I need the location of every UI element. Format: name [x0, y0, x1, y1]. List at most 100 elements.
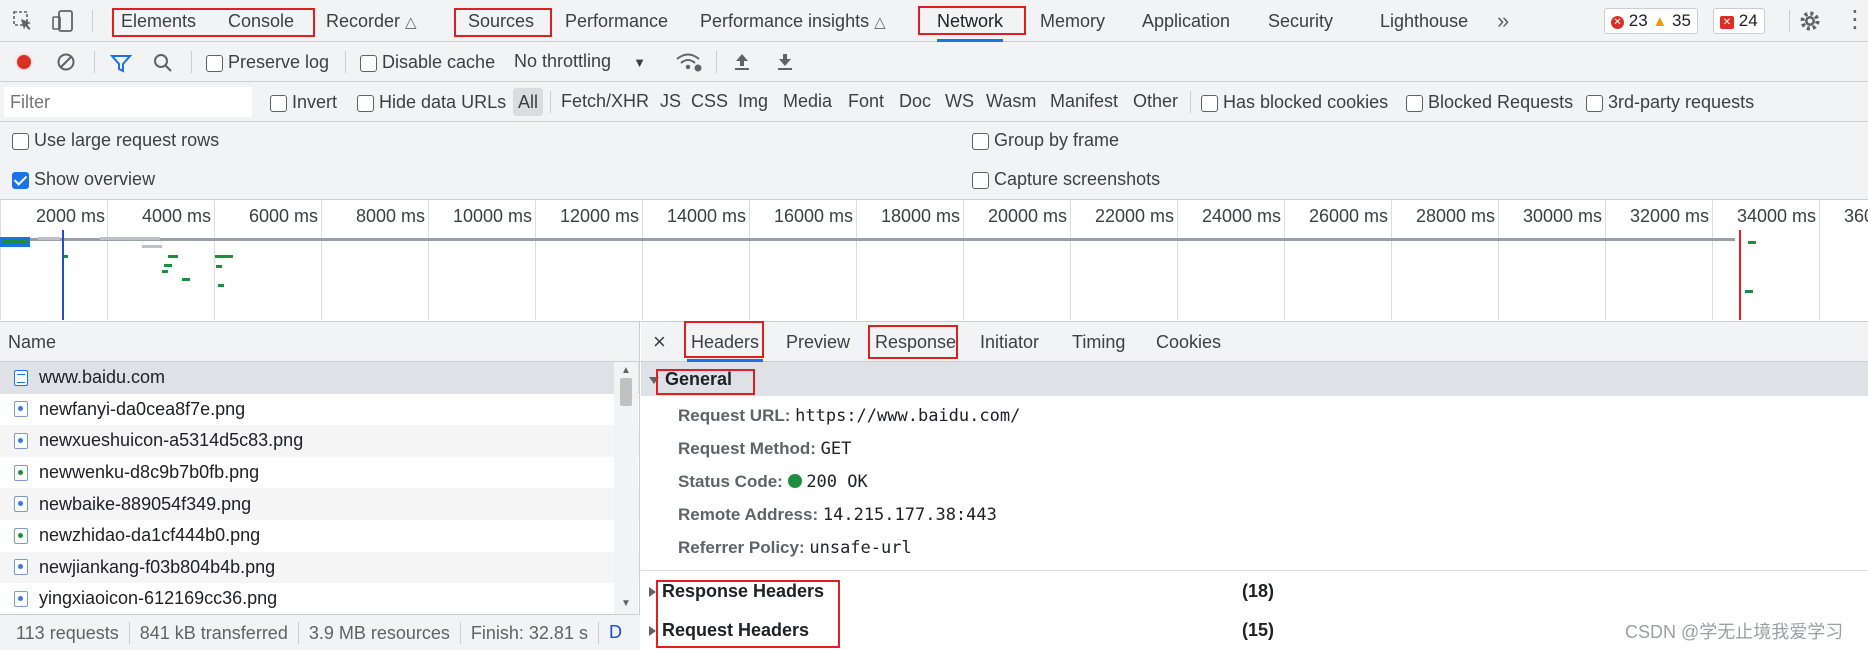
type-filter-media[interactable]: Media — [783, 91, 832, 112]
invert-check[interactable] — [270, 94, 287, 112]
tick-label: 18000 ms — [881, 206, 961, 226]
type-filter-img[interactable]: Img — [738, 91, 768, 112]
blocked-requests-checkbox[interactable]: Blocked Requests — [1406, 92, 1573, 113]
request-list-scrollbar[interactable]: ▲ ▼ — [614, 362, 638, 614]
request-name: newbaike-889054f349.png — [39, 493, 252, 514]
tick-label: 10000 ms — [453, 206, 533, 226]
type-filter-doc[interactable]: Doc — [899, 91, 931, 112]
request-name: newwenku-d8c9b7b0fb.png — [39, 462, 260, 483]
type-filter-font[interactable]: Font — [848, 91, 884, 112]
tab-performance-insights[interactable]: Performance insights △ — [700, 0, 886, 42]
response-headers-section-header[interactable]: Response Headers (18) — [641, 574, 1868, 608]
scroll-down-arrow-icon[interactable]: ▼ — [621, 598, 631, 609]
hide-data-urls-checkbox[interactable]: Hide data URLs — [357, 92, 506, 113]
tick-label: 4000 ms — [142, 206, 212, 226]
request-row[interactable]: newfanyi-da0cea8f7e.png — [0, 394, 639, 426]
tab-security[interactable]: Security — [1268, 0, 1333, 42]
type-filter-fetch-xhr[interactable]: Fetch/XHR — [561, 91, 649, 112]
network-conditions-wifi-icon[interactable] — [675, 51, 703, 73]
settings-gear-icon[interactable] — [1797, 8, 1823, 34]
tab-application[interactable]: Application — [1142, 0, 1230, 42]
invert-label: Invert — [292, 92, 338, 112]
filter-funnel-icon[interactable] — [110, 53, 132, 73]
invert-checkbox[interactable]: Invert — [270, 92, 337, 113]
has-blocked-cookies-checkbox[interactable]: Has blocked cookies — [1201, 92, 1388, 113]
record-icon[interactable] — [14, 52, 34, 72]
device-toolbar-icon[interactable] — [52, 9, 74, 33]
search-icon[interactable] — [152, 52, 174, 74]
error-count-badge[interactable]: ✕ 23 ▲ 35 — [1604, 8, 1698, 34]
scroll-up-arrow-icon[interactable]: ▲ — [621, 365, 631, 376]
request-detail-pane: × Headers Preview Response Initiator Tim… — [641, 322, 1868, 650]
has-blocked-cookies-check[interactable] — [1201, 94, 1218, 112]
network-overview-timeline[interactable]: 2000 ms 4000 ms 6000 ms 8000 ms 10000 ms… — [0, 200, 1868, 322]
type-filter-all[interactable]: All — [513, 88, 544, 116]
request-row[interactable]: yingxiaoicon-612169cc36.png — [0, 583, 639, 614]
request-row[interactable]: newzhidao-da1cf444b0.png — [0, 520, 639, 552]
dom-content-loaded-time: D — [608, 622, 622, 642]
scrollbar-thumb[interactable] — [620, 378, 632, 406]
type-filter-wasm[interactable]: Wasm — [986, 91, 1036, 112]
third-party-requests-checkbox[interactable]: 3rd-party requests — [1586, 92, 1754, 113]
capture-screenshots-label: Capture screenshots — [994, 169, 1161, 189]
status-code-value: 200 OK — [806, 472, 868, 492]
tab-lighthouse[interactable]: Lighthouse — [1380, 0, 1468, 42]
import-har-upload-icon[interactable] — [732, 51, 752, 73]
tab-headers[interactable]: Headers — [686, 322, 764, 362]
issues-count-badge[interactable]: ✕ 24 — [1713, 8, 1765, 34]
tab-sources[interactable]: Sources — [468, 0, 534, 42]
request-row[interactable]: www.baidu.com — [0, 362, 639, 394]
filter-input[interactable] — [4, 87, 252, 117]
show-overview-label: Show overview — [34, 169, 156, 189]
overview-request-bar — [2, 239, 28, 244]
tab-response[interactable]: Response — [875, 322, 956, 362]
throttling-select[interactable]: No throttling ▼ — [514, 51, 646, 72]
large-rows-checkbox[interactable]: Use large request rows — [12, 130, 219, 151]
tab-cookies[interactable]: Cookies — [1156, 322, 1221, 362]
name-column-header[interactable]: Name — [0, 322, 639, 362]
type-filter-js[interactable]: JS — [660, 91, 681, 112]
more-tabs-chevron-icon[interactable]: » — [1497, 0, 1509, 42]
tab-preview[interactable]: Preview — [786, 322, 850, 362]
large-rows-check[interactable] — [12, 132, 29, 150]
tab-initiator[interactable]: Initiator — [980, 322, 1039, 362]
request-row[interactable]: newxueshuicon-a5314d5c83.png — [0, 425, 639, 457]
disable-cache-check[interactable] — [360, 54, 377, 72]
show-overview-checkbox[interactable]: Show overview — [12, 169, 155, 190]
tab-recorder[interactable]: Recorder △ — [326, 0, 417, 42]
type-filter-other[interactable]: Other — [1133, 91, 1178, 112]
preserve-log-checkbox[interactable]: Preserve log — [206, 52, 329, 73]
blocked-requests-check[interactable] — [1406, 94, 1423, 112]
tab-timing[interactable]: Timing — [1072, 322, 1125, 362]
preserve-log-check[interactable] — [206, 54, 223, 72]
tick-label: 26000 ms — [1309, 206, 1389, 226]
general-section-header[interactable]: General — [641, 362, 1868, 396]
tab-performance[interactable]: Performance — [565, 0, 668, 42]
export-har-download-icon[interactable] — [775, 51, 795, 73]
tab-console[interactable]: Console — [228, 0, 294, 42]
capture-screenshots-check[interactable] — [972, 171, 989, 189]
disable-cache-label: Disable cache — [382, 52, 496, 72]
inspect-element-icon[interactable] — [12, 10, 34, 32]
capture-screenshots-checkbox[interactable]: Capture screenshots — [972, 169, 1160, 190]
tab-network[interactable]: Network — [937, 0, 1004, 42]
request-row[interactable]: newwenku-d8c9b7b0fb.png — [0, 457, 639, 489]
expand-triangle-icon — [649, 376, 659, 384]
tab-elements[interactable]: Elements — [121, 0, 196, 42]
type-filter-ws[interactable]: WS — [945, 91, 974, 112]
hide-data-urls-check[interactable] — [357, 94, 374, 112]
request-method-value: GET — [820, 439, 852, 459]
type-filter-manifest[interactable]: Manifest — [1050, 91, 1118, 112]
more-options-icon[interactable]: ⋮ — [1843, 6, 1867, 34]
show-overview-check[interactable] — [12, 171, 29, 189]
group-by-frame-checkbox[interactable]: Group by frame — [972, 130, 1119, 151]
third-party-requests-check[interactable] — [1586, 94, 1603, 112]
disable-cache-checkbox[interactable]: Disable cache — [360, 52, 495, 73]
group-by-frame-check[interactable] — [972, 132, 989, 150]
type-filter-css[interactable]: CSS — [691, 91, 728, 112]
request-row[interactable]: newjiankang-f03b804b4b.png — [0, 551, 639, 584]
request-row[interactable]: newbaike-889054f349.png — [0, 488, 639, 520]
close-detail-icon[interactable]: × — [653, 328, 666, 356]
tab-memory[interactable]: Memory — [1040, 0, 1105, 42]
clear-icon[interactable] — [56, 52, 76, 72]
